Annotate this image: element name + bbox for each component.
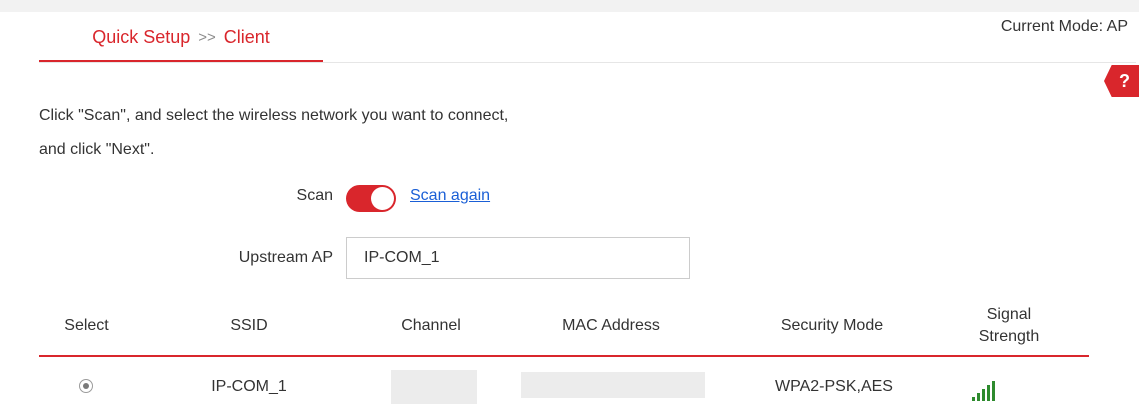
cell-mac-redacted bbox=[521, 372, 705, 398]
upstream-ap-value: IP-COM_1 bbox=[364, 249, 440, 266]
help-icon[interactable]: ? bbox=[1104, 65, 1139, 97]
scan-toggle[interactable] bbox=[346, 185, 396, 212]
header-security-mode: Security Mode bbox=[780, 317, 884, 334]
breadcrumb-current: Client bbox=[223, 26, 270, 47]
instruction-line-2: and click "Next". bbox=[39, 141, 155, 158]
table-header: Select SSID Channel MAC Address Security… bbox=[39, 297, 1089, 357]
toggle-knob bbox=[371, 187, 394, 210]
select-radio[interactable] bbox=[79, 379, 93, 393]
cell-ssid: IP-COM_1 bbox=[211, 378, 287, 395]
upstream-ap-field[interactable]: IP-COM_1 bbox=[346, 237, 690, 279]
breadcrumb-parent: Quick Setup bbox=[92, 26, 191, 47]
signal-strength-icon bbox=[972, 380, 1000, 407]
cell-security-mode: WPA2-PSK,AES bbox=[775, 378, 893, 395]
scan-label: Scan bbox=[296, 187, 333, 204]
instruction-line-1: Click "Scan", and select the wireless ne… bbox=[39, 107, 509, 124]
header-ssid: SSID bbox=[230, 317, 268, 334]
tab-quick-setup-client[interactable]: Quick Setup >> Client bbox=[39, 14, 323, 62]
header-signal-line-2: Strength bbox=[978, 328, 1040, 345]
cell-channel-redacted bbox=[391, 370, 477, 404]
header-mac-address: MAC Address bbox=[562, 317, 660, 334]
current-mode-label: Current Mode: AP bbox=[1000, 18, 1128, 35]
scan-again-link[interactable]: Scan again bbox=[410, 187, 490, 205]
header-select: Select bbox=[64, 317, 109, 334]
header-signal-strength: Signal Strength bbox=[954, 297, 1064, 355]
help-label: ? bbox=[1119, 70, 1130, 91]
top-strip bbox=[0, 0, 1139, 12]
tab-bar: Quick Setup >> Client bbox=[39, 14, 1136, 63]
header-signal-line-1: Signal bbox=[986, 306, 1032, 323]
instructions: Click "Scan", and select the wireless ne… bbox=[39, 99, 508, 167]
header-channel: Channel bbox=[401, 317, 461, 334]
breadcrumb-separator: >> bbox=[198, 28, 216, 46]
upstream-ap-label: Upstream AP bbox=[238, 249, 333, 266]
